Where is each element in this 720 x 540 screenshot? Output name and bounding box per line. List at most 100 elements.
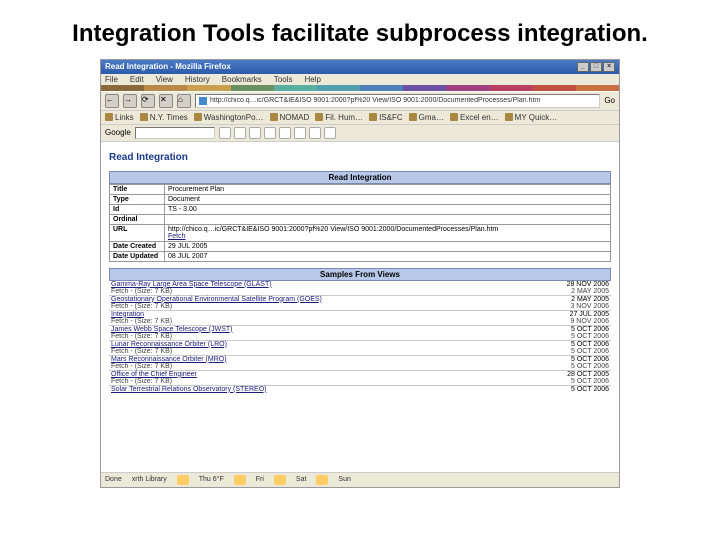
sample-fetch-row: Fetch - (Size: 7 KB)9 NOV 2006 <box>109 318 611 326</box>
reload-button[interactable]: ⟳ <box>141 94 155 108</box>
window-title: Read Integration - Mozilla Firefox <box>105 62 231 71</box>
bookmark-item[interactable]: N.Y. Times <box>140 113 188 122</box>
page-heading: Read Integration <box>109 148 611 165</box>
minimize-button[interactable]: _ <box>577 62 589 72</box>
google-search-input[interactable] <box>135 127 215 139</box>
google-icon-5[interactable] <box>279 127 291 139</box>
maximize-button[interactable]: □ <box>590 62 602 72</box>
field-created-label: Date Created <box>110 241 165 251</box>
back-button[interactable]: ← <box>105 94 119 108</box>
fetch-date: 5 OCT 2006 <box>571 363 609 370</box>
sample-link[interactable]: Mars Reconnaissance Orbiter (MRO) <box>111 356 227 363</box>
bookmark-item[interactable]: Excel en… <box>450 113 499 122</box>
field-type-label: Type <box>110 194 165 204</box>
stop-button[interactable]: ✕ <box>159 94 173 108</box>
sample-row: Office of the Chief Engineer 28 OCT 2005 <box>109 371 611 378</box>
bookmark-item[interactable]: Gma… <box>409 113 444 122</box>
bookmark-icon <box>315 113 323 121</box>
weather-icon <box>177 475 189 485</box>
sample-fetch-row: Fetch - (Size: 7 KB) 2 MAY 2005 <box>109 288 611 296</box>
menu-file[interactable]: File <box>105 75 118 84</box>
fetch-label[interactable]: Fetch - (Size: 7 KB) <box>111 333 172 340</box>
sample-date: 28 NOV 2006 <box>567 281 609 288</box>
fetch-label[interactable]: Fetch - (Size: 7 KB) <box>111 348 172 355</box>
bookmark-item[interactable]: WashingtonPo… <box>194 113 264 122</box>
sample-link[interactable]: James Webb Space Telescope (JWST) <box>111 326 233 333</box>
google-icon-6[interactable] <box>294 127 306 139</box>
bookmark-icon <box>409 113 417 121</box>
window-controls: _ □ × <box>577 62 615 72</box>
go-button[interactable]: Go <box>604 96 615 105</box>
sample-row: Mars Reconnaissance Orbiter (MRO) 5 OCT 2… <box>109 356 611 363</box>
fetch-label[interactable]: Fetch - (Size: 7 KB) <box>111 318 172 325</box>
fetch-date: 2 MAY 2005 <box>571 288 609 295</box>
bookmark-item[interactable]: MY Quick… <box>505 113 558 122</box>
google-icon-3[interactable] <box>249 127 261 139</box>
url-text: http://chico.q…ic/GRCT&IE&ISO 9001:2000?… <box>210 97 540 104</box>
sample-row: Lunar Reconnaissance Orbiter (LRO)5 OCT … <box>109 341 611 348</box>
forward-button[interactable]: → <box>123 94 137 108</box>
color-strip <box>101 85 619 91</box>
weather-icon-sat <box>274 475 286 485</box>
sample-date: 5 OCT 2006 <box>571 356 609 363</box>
nav-toolbar: ← → ⟳ ✕ ⌂ http://chico.q…ic/GRCT&IE&ISO … <box>101 91 619 111</box>
google-icon-8[interactable] <box>324 127 336 139</box>
fetch-date: 5 OCT 2006 <box>571 333 609 340</box>
menu-view[interactable]: View <box>156 75 173 84</box>
fetch-date: 3 NOV 2006 <box>570 303 609 310</box>
field-updated-label: Date Updated <box>110 251 165 261</box>
samples-list: Gamma-Ray Large Area Space Telescope (GL… <box>109 281 611 393</box>
slide-title: Integration Tools facilitate subprocess … <box>0 0 720 59</box>
sample-date: 2 MAY 2005 <box>571 296 609 303</box>
status-fri: Fri <box>256 476 264 483</box>
home-button[interactable]: ⌂ <box>177 94 191 108</box>
fetch-label[interactable]: Fetch - (Size: 7 KB) <box>111 303 172 310</box>
google-icon-1[interactable] <box>219 127 231 139</box>
fetch-label[interactable]: Fetch - (Size: 7 KB) <box>111 378 172 385</box>
bookmark-icon <box>369 113 377 121</box>
menu-help[interactable]: Help <box>304 75 320 84</box>
sample-date: 5 OCT 2006 <box>571 386 609 393</box>
sample-fetch-row: Fetch - (Size: 7 KB) 3 NOV 2006 <box>109 303 611 311</box>
sample-date: 28 OCT 2005 <box>567 371 609 378</box>
bookmark-item[interactable]: NOMAD <box>270 113 310 122</box>
fetch-label[interactable]: Fetch - (Size: 7 KB) <box>111 288 172 295</box>
field-ordinal-value <box>165 214 611 224</box>
bookmark-item[interactable]: Fil. Hum… <box>315 113 363 122</box>
sample-fetch-row: Fetch - (Size: 7 KB) 5 OCT 2006 <box>109 348 611 356</box>
sample-link[interactable]: Geostationary Operational Environmental … <box>111 296 322 303</box>
sample-date: 5 OCT 2006 <box>571 326 609 333</box>
google-label: Google <box>105 128 131 137</box>
sample-fetch-row: Fetch - (Size: 7 KB) 5 OCT 2006 <box>109 363 611 371</box>
bookmark-icon <box>270 113 278 121</box>
sample-fetch-row: Fetch - (Size: 7 KB) 5 OCT 2006 <box>109 333 611 341</box>
status-library[interactable]: xrth Library <box>132 476 167 483</box>
sample-link[interactable]: Gamma-Ray Large Area Space Telescope (GL… <box>111 281 272 288</box>
google-icon-2[interactable] <box>234 127 246 139</box>
sample-date: 27 JUL 2005 <box>570 311 609 318</box>
url-bar[interactable]: http://chico.q…ic/GRCT&IE&ISO 9001:2000?… <box>195 94 600 108</box>
bookmark-item[interactable]: Links <box>105 113 134 122</box>
sample-link[interactable]: Office of the Chief Engineer <box>111 371 197 378</box>
browser-window: Read Integration - Mozilla Firefox _ □ ×… <box>100 59 620 488</box>
field-url-value: http://chico.q…ic/GRCT&IE&ISO 9001:2000?… <box>165 224 611 241</box>
menu-edit[interactable]: Edit <box>130 75 144 84</box>
field-id-label: Id <box>110 204 165 214</box>
bookmark-item[interactable]: IS&FC <box>369 113 403 122</box>
menu-tools[interactable]: Tools <box>274 75 293 84</box>
menu-bookmarks[interactable]: Bookmarks <box>222 75 262 84</box>
sample-row: Geostationary Operational Environmental … <box>109 296 611 303</box>
field-id-value: TS - 3.00 <box>165 204 611 214</box>
fetch-link[interactable]: Fetch <box>168 233 186 240</box>
menu-history[interactable]: History <box>185 75 210 84</box>
close-button[interactable]: × <box>603 62 615 72</box>
sample-link[interactable]: Integration <box>111 311 144 318</box>
google-icon-7[interactable] <box>309 127 321 139</box>
sample-link[interactable]: Lunar Reconnaissance Orbiter (LRO) <box>111 341 227 348</box>
sample-row: Solar Terrestrial Relations Observatory … <box>109 386 611 393</box>
fetch-label[interactable]: Fetch - (Size: 7 KB) <box>111 363 172 370</box>
google-icon-4[interactable] <box>264 127 276 139</box>
status-weather: Thu 6°F <box>199 476 224 483</box>
sample-link[interactable]: Solar Terrestrial Relations Observatory … <box>111 386 266 393</box>
fetch-date: 5 OCT 2006 <box>571 348 609 355</box>
